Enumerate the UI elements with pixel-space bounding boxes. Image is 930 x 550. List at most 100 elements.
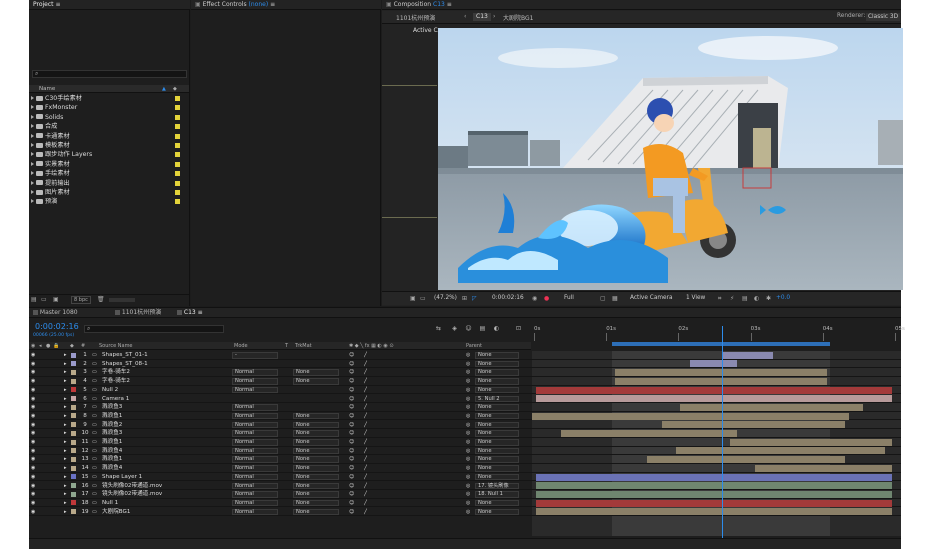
quality-switch-icon[interactable]: ╱: [364, 412, 367, 420]
layer-name[interactable]: Null 1: [102, 499, 230, 507]
quality-switch-icon[interactable]: ╱: [364, 482, 367, 490]
close-icon[interactable]: [177, 310, 182, 315]
label-color-swatch[interactable]: [71, 430, 76, 436]
mode-select[interactable]: Normal: [232, 404, 278, 411]
delete-icon[interactable]: 🗑: [97, 296, 105, 303]
layer-row[interactable]: ◉ ▸ 12 ▭ 溅浪鱼4 Normal None ☺ ╱ ◎ None: [29, 447, 901, 456]
expand-arrow-icon[interactable]: ▸: [64, 403, 67, 411]
quality-switch-icon[interactable]: ╱: [364, 464, 367, 472]
trkmat-select[interactable]: None: [293, 430, 339, 437]
project-search-input[interactable]: ⌕: [32, 70, 187, 78]
layer-row[interactable]: ◉ ▸ 2 ▭ Shapes_ST_08-1 ☺ ╱ ◎ None: [29, 360, 901, 369]
exposure-icon[interactable]: ✱: [766, 295, 771, 302]
panel-menu-icon[interactable]: ≡: [447, 1, 452, 8]
parent-pickwhip-icon[interactable]: ◎: [466, 447, 470, 455]
layer-duration-bar[interactable]: [560, 430, 738, 438]
expand-arrow-icon[interactable]: [31, 180, 34, 185]
visibility-eye-icon[interactable]: ◉: [31, 455, 35, 463]
label-color-swatch[interactable]: [175, 180, 180, 186]
layer-duration-bar[interactable]: [535, 395, 892, 403]
mode-select[interactable]: Normal: [232, 430, 278, 437]
project-item[interactable]: 模板素材: [29, 141, 187, 151]
parent-select[interactable]: None: [475, 465, 519, 472]
parent-pickwhip-icon[interactable]: ◎: [466, 386, 470, 394]
shy-switch-icon[interactable]: ☺: [349, 377, 354, 385]
shy-switch-icon[interactable]: ☺: [349, 351, 354, 359]
layer-row[interactable]: ◉ ▸ 10 ▭ 溅浪鱼3 Normal None ☺ ╱ ◎ None: [29, 429, 901, 438]
composition-tab[interactable]: ▣ Composition C13 ≡: [382, 0, 901, 10]
quality-switch-icon[interactable]: ╱: [364, 377, 367, 385]
label-color-swatch[interactable]: [71, 448, 76, 454]
quality-switch-icon[interactable]: ╱: [364, 490, 367, 498]
shy-switch-icon[interactable]: ☺: [349, 508, 354, 516]
trkmat-select[interactable]: None: [293, 465, 339, 472]
quality-switch-icon[interactable]: ╱: [364, 351, 367, 359]
camera-view-select[interactable]: Active Camera: [630, 295, 673, 301]
layer-duration-bar[interactable]: [535, 386, 892, 394]
visibility-eye-icon[interactable]: ◉: [31, 464, 35, 472]
mode-select[interactable]: Normal: [232, 508, 278, 516]
layer-duration-bar[interactable]: [730, 438, 892, 446]
timeline-search-input[interactable]: ⌕: [84, 325, 224, 333]
project-item[interactable]: 卡通素材: [29, 132, 187, 142]
trkmat-select[interactable]: None: [293, 412, 339, 420]
camera-icon[interactable]: ◉: [532, 295, 537, 302]
expand-arrow-icon[interactable]: ▸: [64, 447, 67, 455]
shy-switch-icon[interactable]: ☺: [349, 499, 354, 507]
shy-switch-icon[interactable]: ☺: [349, 403, 354, 411]
layer-name[interactable]: 溅浪鱼1: [102, 438, 230, 446]
expand-arrow-icon[interactable]: [31, 105, 34, 110]
expand-arrow-icon[interactable]: ▸: [64, 499, 67, 507]
label-color-swatch[interactable]: [71, 378, 76, 384]
label-color-swatch[interactable]: [175, 143, 180, 148]
layer-name[interactable]: 镜头刷像02带通道.mov: [102, 482, 230, 490]
expand-arrow-icon[interactable]: [31, 199, 34, 204]
layer-name[interactable]: 溅浪鱼3: [102, 429, 230, 437]
visibility-eye-icon[interactable]: ◉: [31, 473, 35, 481]
layer-row[interactable]: ◉ ▸ 9 ▭ 溅浪鱼2 Normal None ☺ ╱ ◎ None: [29, 421, 901, 430]
transparency-grid-icon[interactable]: ▦: [612, 295, 618, 302]
layer-row[interactable]: ◉ ▸ 18 ▭ Null 1 Normal None ☺ ╱ ◎ None: [29, 499, 901, 508]
parent-select[interactable]: None: [475, 499, 519, 507]
expand-arrow-icon[interactable]: ▸: [64, 490, 67, 498]
expand-arrow-icon[interactable]: [31, 124, 34, 129]
parent-select[interactable]: None: [475, 352, 519, 359]
graph-editor-icon[interactable]: ⊡: [515, 325, 522, 332]
quality-switch-icon[interactable]: ╱: [364, 473, 367, 481]
project-item[interactable]: Solids: [29, 113, 187, 123]
label-color-swatch[interactable]: [71, 456, 76, 462]
parent-select[interactable]: None: [475, 439, 519, 446]
project-item[interactable]: 图片素材: [29, 188, 187, 198]
mode-select[interactable]: -: [232, 352, 278, 359]
grid-icon[interactable]: ⊞: [462, 295, 467, 302]
color-channel-icon[interactable]: ●: [544, 295, 549, 302]
layer-row[interactable]: ◉ ▸ 19 ▭ 大剧院BG1 Normal None ☺ ╱ ◎ None: [29, 508, 901, 517]
layer-duration-bar[interactable]: [535, 499, 892, 507]
parent-select[interactable]: None: [475, 456, 519, 463]
mode-select[interactable]: Normal: [232, 386, 278, 394]
parent-select[interactable]: 5. Null 2: [475, 395, 519, 402]
layer-duration-bar[interactable]: [532, 412, 849, 420]
visibility-eye-icon[interactable]: ◉: [31, 508, 35, 516]
visibility-eye-icon[interactable]: ◉: [31, 490, 35, 498]
label-color-swatch[interactable]: [175, 199, 180, 205]
layer-name[interactable]: 溅浪鱼3: [102, 403, 230, 411]
lock-icon[interactable]: ▣: [386, 1, 392, 8]
region-icon[interactable]: ▢: [600, 295, 606, 302]
mode-select[interactable]: Normal: [232, 465, 278, 472]
new-composition-icon[interactable]: ▣: [53, 296, 59, 303]
footer-slider[interactable]: [109, 298, 135, 302]
renderer-select[interactable]: Classic 3D: [866, 12, 901, 21]
parent-select[interactable]: 18. Null 1: [475, 491, 519, 498]
layer-row[interactable]: ◉ ▸ 15 ▭ Shape Layer 1 Normal None ☺ ╱ ◎ None: [29, 473, 901, 482]
layer-row[interactable]: ◉ ▸ 16 ▭ 镜头刷像02带通道.mov Normal None ☺ ╱ ◎ 17. 镜头刷像: [29, 482, 901, 491]
layer-row[interactable]: ◉ ▸ 6 ▭ Camera 1 ☺ ╱ ◎ 5. Null 2: [29, 395, 901, 404]
comp-mini-flowchart-icon[interactable]: ⇆: [435, 325, 442, 332]
label-color-swatch[interactable]: [71, 491, 76, 497]
expand-arrow-icon[interactable]: [31, 190, 34, 194]
expand-arrow-icon[interactable]: [31, 143, 34, 147]
parent-select[interactable]: None: [475, 360, 519, 368]
breadcrumb-item[interactable]: 1101杭州预演: [396, 13, 435, 22]
tab-1101-hangzhou[interactable]: 1101杭州预演: [115, 308, 161, 318]
resolution-select[interactable]: Full: [564, 295, 574, 301]
